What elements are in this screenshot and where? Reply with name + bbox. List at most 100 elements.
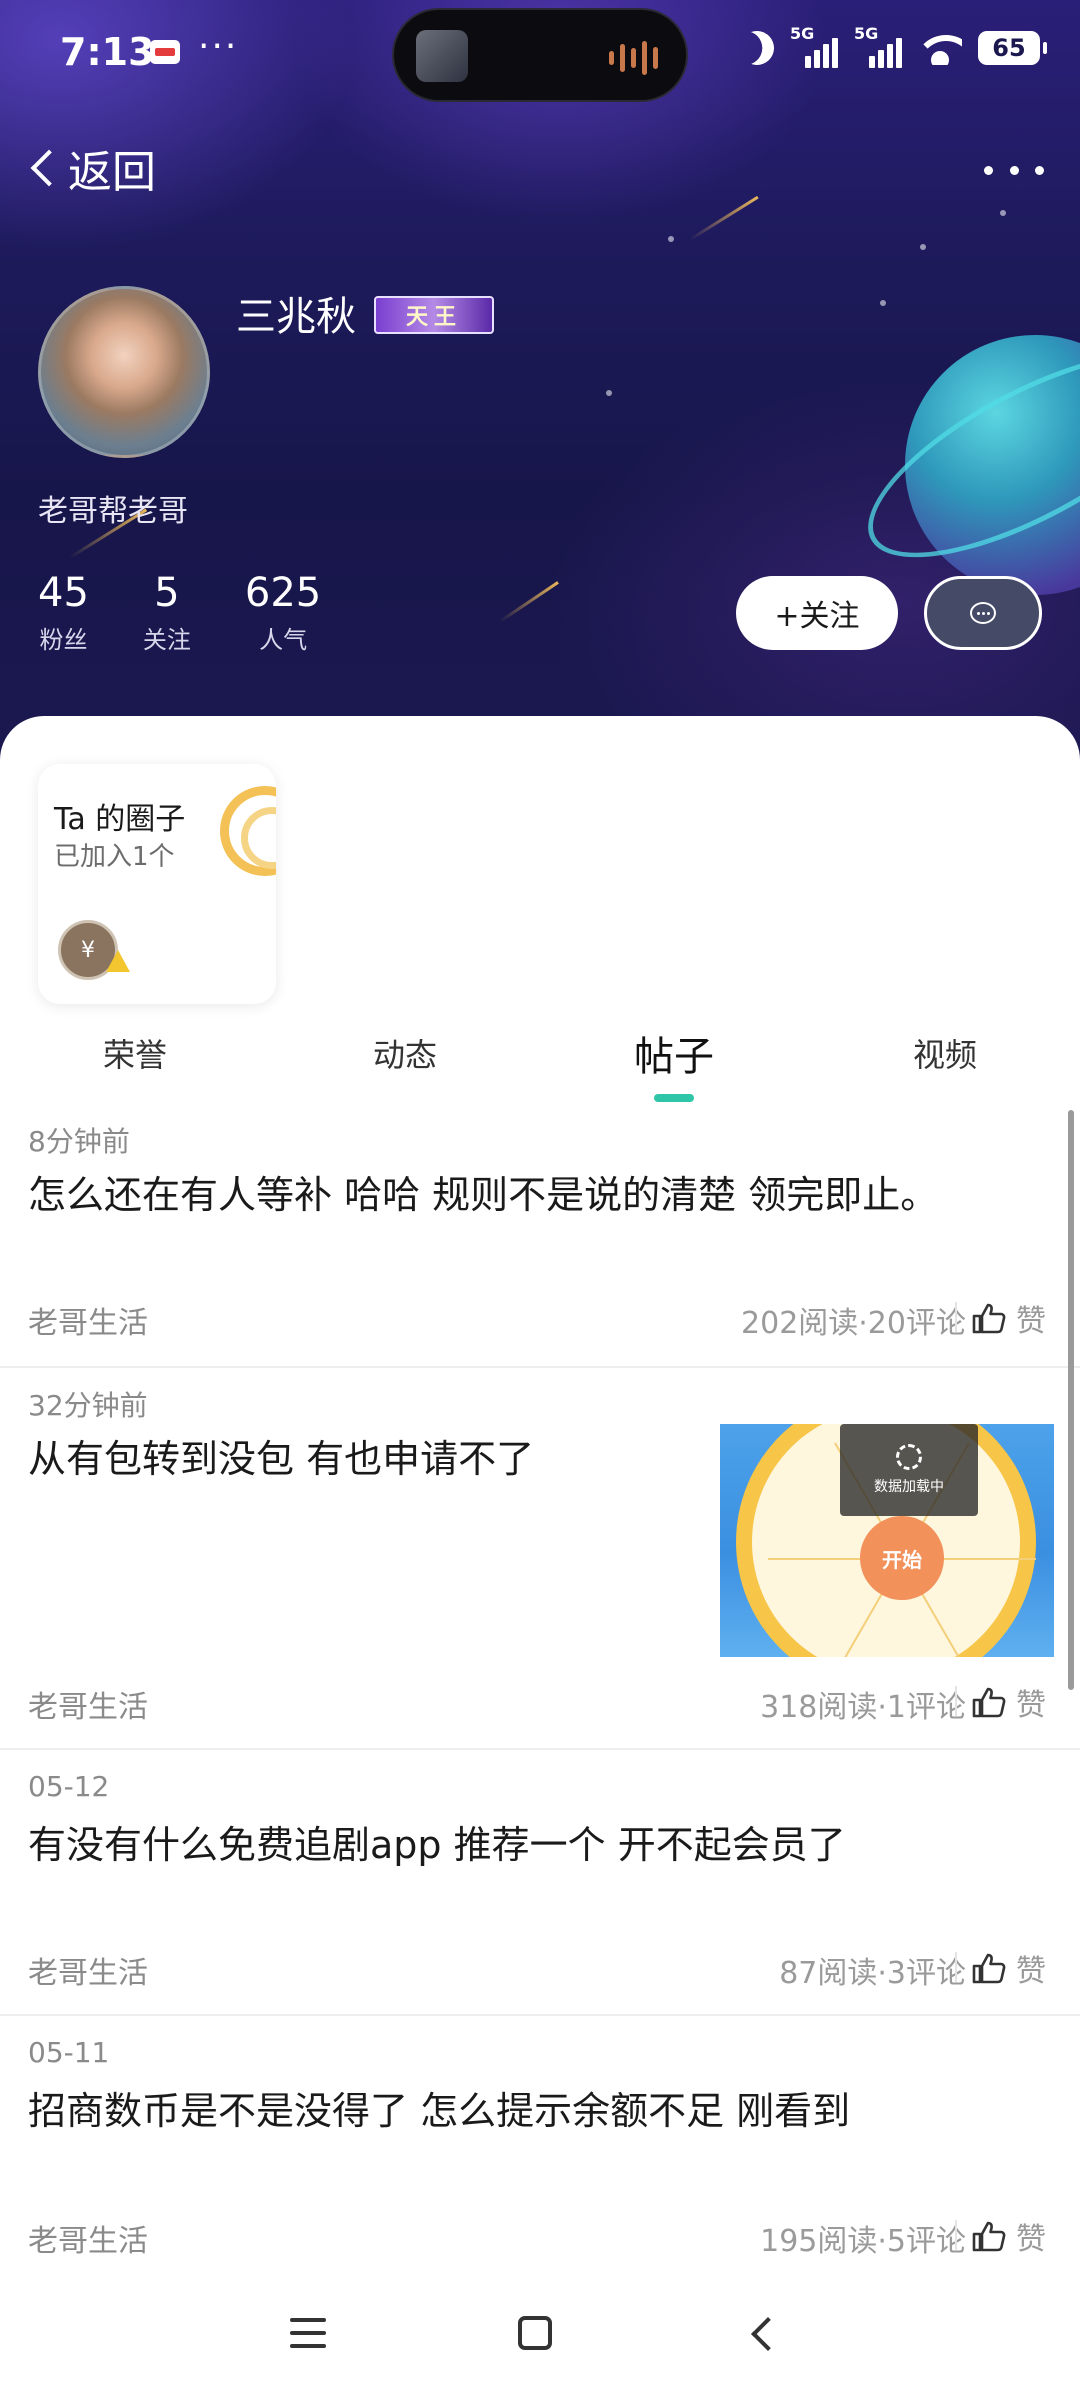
profile-tabs: 荣誉 动态 帖子 视频: [0, 1016, 1080, 1106]
system-navigation-bar: [0, 2270, 1080, 2400]
tab-videos[interactable]: 视频: [913, 1030, 977, 1076]
divider: [955, 1302, 957, 1332]
star-decoration: [1000, 210, 1006, 216]
post-stats: 318阅读·1评论: [760, 1690, 966, 1725]
circle-card-title: Ta 的圈子: [54, 802, 186, 837]
like-label: 赞: [1016, 2222, 1046, 2257]
post-divider: [0, 1366, 1080, 1368]
star-decoration: [668, 236, 674, 242]
cellular-signal-icon: 5G: [790, 24, 838, 68]
tab-honor[interactable]: 荣誉: [103, 1030, 167, 1076]
meteor-decoration: [499, 581, 559, 623]
post-divider: [0, 2014, 1080, 2016]
post-divider: [0, 1748, 1080, 1750]
post-text: 怎么还在有人等补 哈哈 规则不是说的清楚 领完即止。: [28, 1173, 939, 1217]
more-notifications-icon: ···: [198, 26, 239, 67]
home-button[interactable]: [518, 2316, 552, 2350]
stat-value: 5: [154, 570, 180, 616]
post-source[interactable]: 老哥生活: [28, 1948, 148, 1992]
tab-activity[interactable]: 动态: [373, 1030, 437, 1076]
like-button[interactable]: 赞: [972, 2214, 1046, 2258]
post-stats: 195阅读·5评论: [760, 2224, 966, 2259]
avatar[interactable]: [38, 286, 210, 458]
user-level-badge[interactable]: 天王: [374, 296, 494, 334]
profile-header-background: 7:13 ··· 5G 5G 65 返回 三兆秋 天王 老哥帮老哥 45 粉丝 …: [0, 0, 1080, 760]
post-image[interactable]: 开始 数据加载中: [720, 1424, 1054, 1657]
wheel-start-label: 开始: [860, 1516, 944, 1600]
status-time: 7:13: [60, 30, 155, 74]
thumbs-up-icon: [972, 1302, 1006, 1334]
do-not-disturb-icon: [735, 26, 779, 70]
circle-card-subtitle: 已加入1个: [54, 842, 175, 872]
back-label: 返回: [68, 147, 156, 198]
tab-posts[interactable]: 帖子: [634, 1024, 714, 1082]
divider: [955, 1952, 957, 1982]
post-item[interactable]: 05-11 招商数币是不是没得了 怎么提示余额不足 刚看到 老哥生活 195阅读…: [0, 2024, 1080, 2270]
star-decoration: [920, 244, 926, 250]
post-source[interactable]: 老哥生活: [28, 1298, 148, 1342]
media-thumbnail: [416, 30, 468, 82]
like-label: 赞: [1016, 1304, 1046, 1339]
audio-wave-icon: [609, 40, 658, 76]
post-time: 8分钟前: [28, 1125, 130, 1158]
chevron-left-icon: [30, 149, 68, 187]
meteor-decoration: [689, 195, 759, 241]
thumbs-up-icon: [972, 1686, 1006, 1718]
stat-value: 625: [244, 570, 322, 616]
stat-fans[interactable]: 45 粉丝: [38, 570, 89, 655]
post-item[interactable]: 32分钟前 从有包转到没包 有也申请不了 开始 数据加载中 老哥生活 318阅读…: [0, 1376, 1080, 1748]
divider: [955, 2220, 957, 2250]
more-dot-icon: [1035, 165, 1044, 175]
scrollbar[interactable]: [1068, 1110, 1074, 1690]
stat-following[interactable]: 5 关注: [143, 570, 191, 655]
circle-card[interactable]: Ta 的圈子 已加入1个 ¥: [38, 764, 276, 1004]
post-source[interactable]: 老哥生活: [28, 1682, 148, 1726]
circle-ring-decoration: [220, 786, 276, 876]
loading-spinner-icon: [896, 1444, 922, 1470]
warning-icon: [106, 950, 130, 972]
stat-label: 人气: [259, 626, 308, 654]
like-label: 赞: [1016, 1954, 1046, 1989]
wifi-icon: [918, 31, 962, 65]
recent-apps-button[interactable]: [290, 2318, 326, 2348]
like-label: 赞: [1016, 1688, 1046, 1723]
star-decoration: [606, 390, 612, 396]
profile-stats: 45 粉丝 5 关注 625 人气: [38, 570, 321, 655]
more-dot-icon: [1009, 165, 1019, 175]
post-time: 05-11: [28, 2036, 110, 2069]
stat-value: 45: [38, 570, 89, 616]
like-button[interactable]: 赞: [972, 1946, 1046, 1990]
notification-app-icon: [150, 40, 180, 64]
system-back-button[interactable]: [751, 2317, 785, 2351]
post-stats: 87阅读·3评论: [779, 1956, 966, 1991]
like-button[interactable]: 赞: [972, 1296, 1046, 1340]
active-tab-indicator: [654, 1094, 694, 1102]
stat-label: 关注: [142, 626, 191, 654]
post-item[interactable]: 05-12 有没有什么免费追剧app 推荐一个 开不起会员了 老哥生活 87阅读…: [0, 1758, 1080, 2014]
loading-overlay: 数据加载中: [840, 1424, 978, 1516]
post-text: 从有包转到没包 有也申请不了: [28, 1437, 535, 1481]
stat-popularity[interactable]: 625 人气: [245, 570, 321, 655]
post-time: 05-12: [28, 1770, 110, 1803]
user-name: 三兆秋: [236, 294, 356, 340]
back-button[interactable]: 返回: [24, 138, 156, 198]
cellular-signal-icon: 5G: [854, 24, 902, 68]
more-options-button[interactable]: [984, 150, 1044, 190]
post-stats: 202阅读·20评论: [741, 1306, 966, 1341]
post-text: 有没有什么免费追剧app 推荐一个 开不起会员了: [28, 1823, 846, 1867]
post-time: 32分钟前: [28, 1389, 148, 1422]
divider: [955, 1686, 957, 1716]
battery-indicator: 65: [978, 31, 1047, 65]
loading-text: 数据加载中: [874, 1479, 944, 1495]
message-button[interactable]: [924, 576, 1042, 650]
thumbs-up-icon: [972, 1952, 1006, 1984]
post-item[interactable]: 8分钟前 怎么还在有人等补 哈哈 规则不是说的清楚 领完即止。 老哥生活 202…: [0, 1110, 1080, 1366]
dynamic-island[interactable]: [392, 8, 688, 102]
follow-button[interactable]: +关注: [736, 576, 898, 650]
like-button[interactable]: 赞: [972, 1680, 1046, 1724]
stat-label: 粉丝: [39, 626, 88, 654]
thumbs-up-icon: [972, 2220, 1006, 2252]
post-source[interactable]: 老哥生活: [28, 2216, 148, 2260]
status-bar: 7:13 ··· 5G 5G 65: [0, 0, 1080, 110]
post-text: 招商数币是不是没得了 怎么提示余额不足 刚看到: [28, 2089, 851, 2133]
